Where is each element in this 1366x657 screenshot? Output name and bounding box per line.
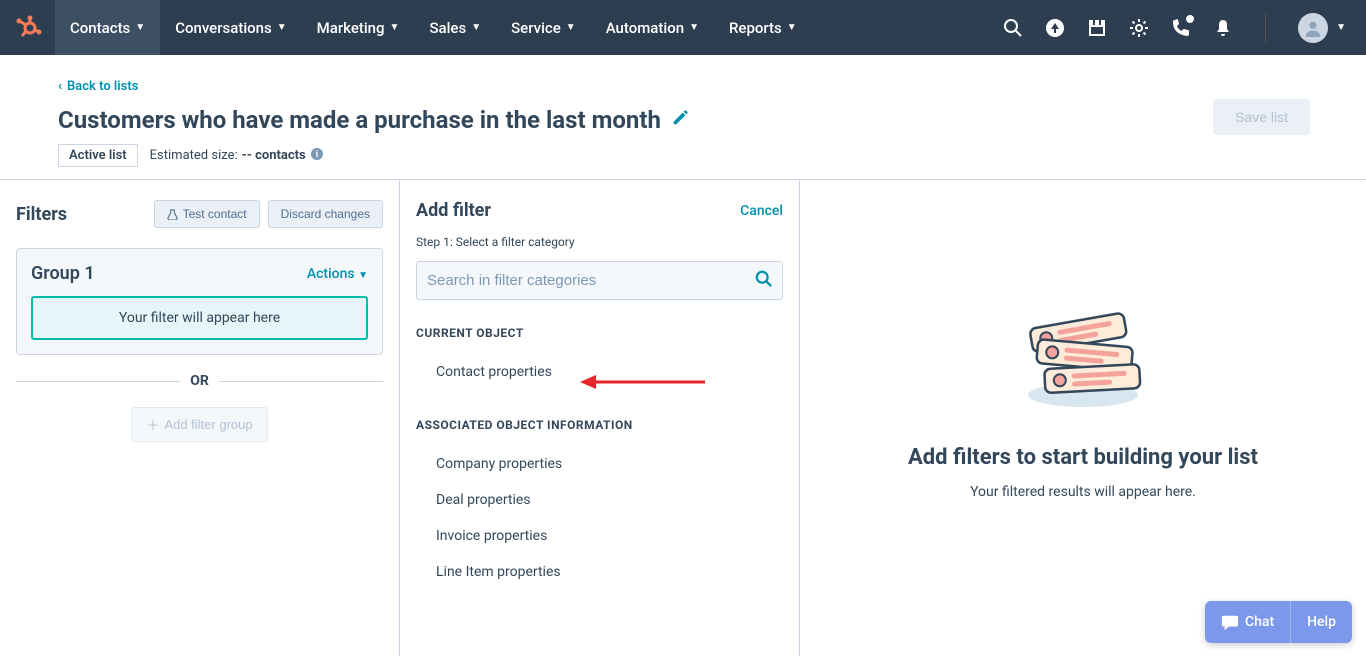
- empty-subtitle: Your filtered results will appear here.: [970, 484, 1196, 500]
- nav-divider: [1265, 14, 1266, 42]
- discard-changes-button[interactable]: Discard changes: [268, 200, 383, 228]
- chevron-down-icon: ▼: [787, 22, 797, 33]
- add-filter-group-button[interactable]: ＋ Add filter group: [131, 407, 267, 442]
- cancel-link[interactable]: Cancel: [740, 203, 783, 219]
- estimated-size: Estimated size: -- contacts i: [150, 147, 324, 165]
- chevron-down-icon: ▼: [689, 22, 699, 33]
- back-link-label: Back to lists: [67, 79, 138, 94]
- filter-category-search-input[interactable]: [416, 261, 783, 300]
- category-heading-associated: ASSOCIATED OBJECT INFORMATION: [416, 418, 783, 432]
- nav-item-service[interactable]: Service ▼: [496, 0, 591, 55]
- category-heading-current: CURRENT OBJECT: [416, 326, 783, 340]
- add-group-label: Add filter group: [164, 417, 252, 432]
- nav-item-marketing[interactable]: Marketing ▼: [302, 0, 415, 55]
- category-contact-properties[interactable]: Contact properties: [416, 354, 783, 390]
- step-label: Step 1: Select a filter category: [416, 235, 783, 249]
- top-nav: Contacts ▼ Conversations ▼ Marketing ▼ Sale…: [0, 0, 1366, 55]
- notifications-icon[interactable]: [1213, 18, 1233, 38]
- nav-label: Marketing: [317, 19, 385, 37]
- chevron-down-icon: ▼: [1336, 22, 1346, 33]
- chat-button[interactable]: Chat: [1205, 601, 1290, 643]
- category-deal-properties[interactable]: Deal properties: [416, 482, 783, 518]
- actions-label: Actions: [307, 266, 355, 282]
- chat-icon: [1221, 613, 1239, 631]
- add-filter-panel: Add filter Cancel Step 1: Select a filte…: [400, 180, 800, 656]
- info-icon[interactable]: i: [310, 147, 324, 165]
- sprocket-icon: [13, 13, 43, 43]
- flask-icon: [167, 209, 178, 220]
- chevron-left-icon: ‹: [58, 79, 62, 94]
- empty-title: Add filters to start building your list: [908, 445, 1258, 470]
- hubspot-logo[interactable]: [0, 13, 55, 43]
- category-company-properties[interactable]: Company properties: [416, 446, 783, 482]
- nav-item-conversations[interactable]: Conversations ▼: [160, 0, 301, 55]
- nav-label: Reports: [729, 19, 782, 37]
- chevron-down-icon: ▼: [277, 22, 287, 33]
- group-title: Group 1: [31, 263, 95, 284]
- page-title: Customers who have made a purchase in th…: [58, 106, 661, 134]
- edit-icon[interactable]: [671, 109, 689, 131]
- filter-group-card: Group 1 Actions ▼ Your filter will appea…: [16, 248, 383, 355]
- save-list-button[interactable]: Save list: [1213, 99, 1310, 135]
- empty-illustration: [1008, 275, 1158, 415]
- main-content: Filters Test contact Discard changes Gro…: [0, 179, 1366, 656]
- active-list-badge: Active list: [58, 144, 138, 167]
- help-widget: Chat Help: [1205, 601, 1352, 643]
- nav-label: Service: [511, 19, 561, 37]
- plus-icon: ＋: [146, 415, 159, 434]
- or-label: OR: [190, 373, 209, 389]
- chevron-down-icon: ▼: [358, 270, 368, 281]
- category-invoice-properties[interactable]: Invoice properties: [416, 518, 783, 554]
- category-line-item-properties[interactable]: Line Item properties: [416, 554, 783, 590]
- results-empty-state: Add filters to start building your list …: [800, 180, 1366, 656]
- avatar: [1298, 13, 1328, 43]
- svg-text:i: i: [316, 150, 318, 160]
- upgrade-icon[interactable]: [1045, 18, 1065, 38]
- page-header: ‹ Back to lists Customers who have made …: [0, 55, 1366, 179]
- nav-item-contacts[interactable]: Contacts ▼: [55, 0, 160, 55]
- nav-item-automation[interactable]: Automation ▼: [591, 0, 714, 55]
- phone-icon[interactable]: [1171, 18, 1191, 38]
- back-to-lists-link[interactable]: ‹ Back to lists: [58, 79, 689, 94]
- marketplace-icon[interactable]: [1087, 18, 1107, 38]
- test-contact-label: Test contact: [183, 207, 247, 221]
- nav-item-sales[interactable]: Sales ▼: [414, 0, 496, 55]
- test-contact-button[interactable]: Test contact: [154, 200, 260, 228]
- nav-label: Sales: [429, 19, 466, 37]
- chevron-down-icon: ▼: [135, 22, 145, 33]
- help-label: Help: [1307, 614, 1336, 630]
- search-icon[interactable]: [755, 270, 773, 292]
- chevron-down-icon: ▼: [566, 22, 576, 33]
- search-icon[interactable]: [1003, 18, 1023, 38]
- account-menu[interactable]: ▼: [1298, 13, 1346, 43]
- category-list[interactable]: CURRENT OBJECT Contact properties ASSOCI…: [400, 326, 799, 656]
- chat-label: Chat: [1245, 614, 1274, 630]
- settings-icon[interactable]: [1129, 18, 1149, 38]
- nav-item-reports[interactable]: Reports ▼: [714, 0, 812, 55]
- nav-items: Contacts ▼ Conversations ▼ Marketing ▼ Sale…: [55, 0, 812, 55]
- est-size-label: Estimated size:: [150, 148, 238, 163]
- or-separator: OR: [16, 373, 383, 389]
- filter-placeholder[interactable]: Your filter will appear here: [31, 296, 368, 340]
- nav-label: Automation: [606, 19, 684, 37]
- help-button[interactable]: Help: [1290, 601, 1352, 643]
- nav-label: Conversations: [175, 19, 272, 37]
- group-actions-dropdown[interactable]: Actions ▼: [307, 266, 368, 282]
- chevron-down-icon: ▼: [390, 22, 400, 33]
- chevron-down-icon: ▼: [471, 22, 481, 33]
- filters-heading: Filters: [16, 204, 67, 225]
- add-filter-heading: Add filter: [416, 200, 491, 221]
- filters-panel: Filters Test contact Discard changes Gro…: [0, 180, 400, 656]
- est-size-value: -- contacts: [242, 148, 306, 163]
- nav-utility-icons: ▼: [1003, 13, 1356, 43]
- nav-label: Contacts: [70, 19, 130, 37]
